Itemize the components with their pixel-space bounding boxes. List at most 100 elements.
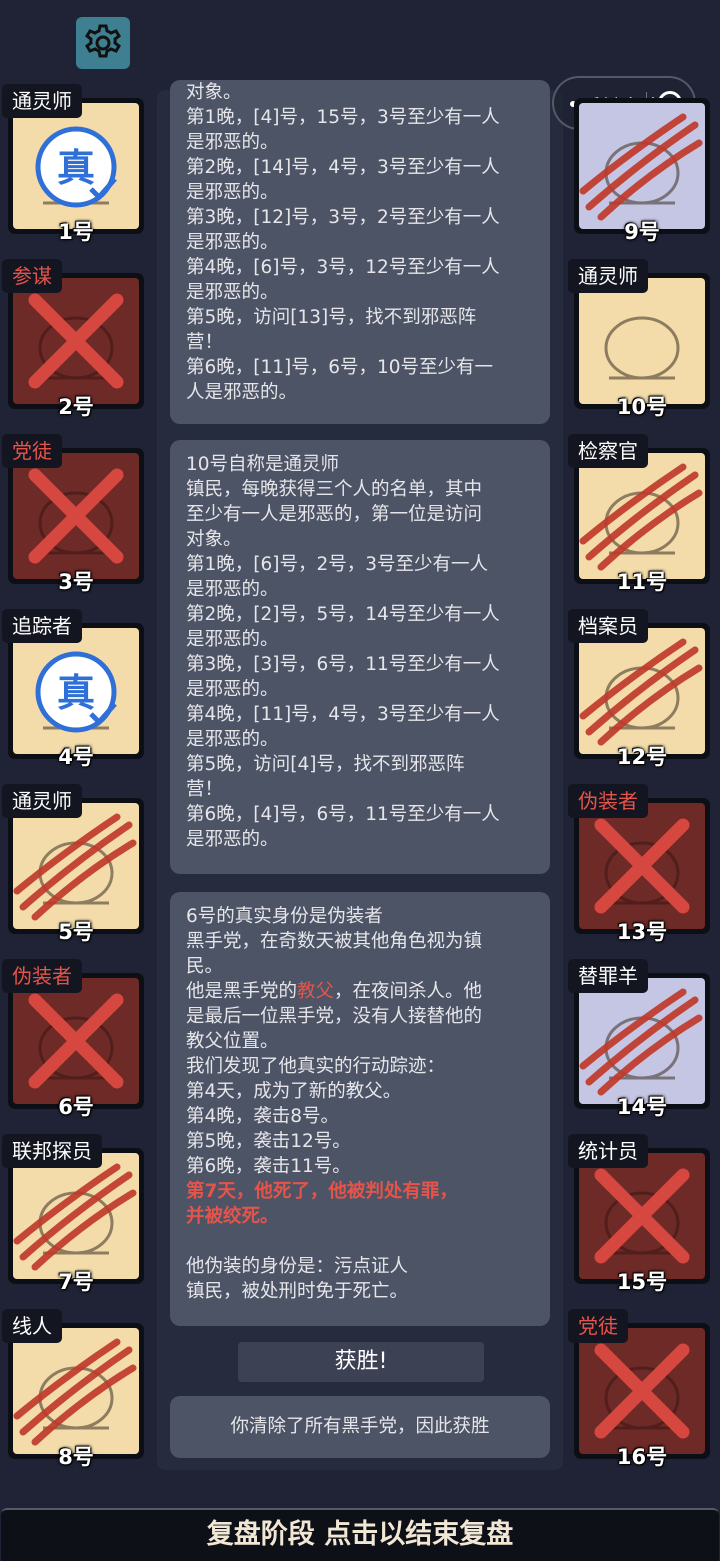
log3-line: 教父位置。: [186, 1031, 279, 1052]
player-card-4号[interactable]: 真 追踪者 4号: [2, 609, 144, 769]
log-line: 第4晚，[11]号，4号，3号至少有一人: [186, 704, 500, 725]
log-line: 营！: [186, 779, 224, 800]
card-face: [579, 1328, 705, 1454]
log-line: 人是邪恶的。: [186, 382, 298, 403]
role-tag: 档案员: [568, 609, 648, 643]
log-line: 对象。: [186, 82, 242, 103]
log3-line: 第4晚，袭击8号。: [186, 1106, 340, 1127]
death-line: 并被绞死。: [186, 1206, 279, 1227]
role-tag: 线人: [2, 1309, 62, 1343]
player-card-12号[interactable]: 档案员 12号: [568, 609, 710, 769]
card-face: 真: [13, 103, 139, 229]
log3-line: 6号的真实身份是伪装者: [186, 906, 383, 927]
card-face: [579, 628, 705, 754]
player-card-6号[interactable]: 伪装者 6号: [2, 959, 144, 1119]
player-card-16号[interactable]: 党徒 16号: [568, 1309, 710, 1469]
godfather-highlight: 教父: [297, 981, 335, 1002]
role-tag: 替罪羊: [568, 959, 648, 993]
player-number: 6号: [58, 1095, 94, 1119]
card-face: [13, 803, 139, 929]
log-line: 是邪恶的。: [186, 132, 279, 153]
log3-line: 第6晚，袭击11号。: [186, 1156, 351, 1177]
role-tag: 通灵师: [2, 84, 82, 118]
x-mark: [28, 993, 124, 1089]
log3-line: 第4天，成为了新的教父。: [186, 1081, 402, 1102]
player-card-9号[interactable]: 9号: [574, 98, 710, 244]
card-face: 真: [13, 628, 139, 754]
log-line: 第5晚，访问[4]号，找不到邪恶阵: [186, 754, 465, 775]
card-face: [579, 978, 705, 1104]
log-line: 第1晚，[4]号，15号，3号至少有一人: [186, 107, 500, 128]
player-number: 3号: [58, 570, 94, 594]
log-line: 是邪恶的。: [186, 232, 279, 253]
role-art: [594, 1343, 690, 1439]
log-line: 第6晚，[11]号，6号，10号至少有一: [186, 357, 494, 378]
role-art: [579, 113, 703, 221]
role-art: [13, 1338, 137, 1446]
player-card-14号[interactable]: 替罪羊 14号: [568, 959, 710, 1119]
gear-icon: [85, 24, 121, 58]
player-number: 13号: [616, 920, 668, 944]
card-face: [579, 453, 705, 579]
role-tag: 检察官: [568, 434, 648, 468]
log3-line: 第5晚，袭击12号。: [186, 1131, 351, 1152]
card-face: [579, 803, 705, 929]
log3-text: ，在夜间杀人。他: [334, 981, 483, 1002]
settings-button[interactable]: [76, 17, 130, 69]
player-card-2号[interactable]: 参谋 2号: [2, 259, 144, 419]
player-card-7号[interactable]: 联邦探员 7号: [2, 1134, 144, 1294]
player-card-3号[interactable]: 党徒 3号: [2, 434, 144, 594]
player-number: 1号: [58, 220, 94, 244]
log-line: 第6晚，[4]号，6号，11号至少有一人: [186, 804, 500, 825]
player-card-5号[interactable]: 通灵师 5号: [2, 784, 144, 944]
role-art: [28, 993, 124, 1089]
role-art: 真: [35, 651, 117, 733]
death-line: 第7天，他死了，他被判处有罪，: [186, 1181, 458, 1202]
role-tag: 统计员: [568, 1134, 648, 1168]
log-line: 第2晚，[2]号，5号，14号至少有一人: [186, 604, 500, 625]
x-mark: [28, 468, 124, 564]
role-tag: 通灵师: [568, 259, 648, 293]
card-face: [13, 1328, 139, 1454]
result-box: 你清除了所有黑手党，因此获胜: [170, 1396, 550, 1458]
role-art: [594, 818, 690, 914]
log-line: 第4晚，[6]号，3号，12号至少有一人: [186, 257, 500, 278]
log-line: 是邪恶的。: [186, 829, 279, 850]
log3-line: 黑手党，在奇数天被其他角色视为镇: [186, 931, 483, 952]
player-card-10号[interactable]: 通灵师 10号: [568, 259, 710, 419]
log-line: 是邪恶的。: [186, 729, 279, 750]
role-art: [13, 1163, 137, 1271]
player-number: 14号: [616, 1095, 668, 1119]
card-face: [579, 1153, 705, 1279]
role-tag: 参谋: [2, 259, 62, 293]
log-line: 是邪恶的。: [186, 282, 279, 303]
player-card-1号[interactable]: 真 通灵师 1号: [2, 84, 144, 244]
role-tag: 党徒: [2, 434, 62, 468]
player-card-15号[interactable]: 统计员 15号: [568, 1134, 710, 1294]
role-tag: 伪装者: [2, 959, 82, 993]
role-art: [13, 813, 137, 921]
player-number: 8号: [58, 1445, 94, 1469]
victory-banner: 获胜!: [238, 1342, 484, 1382]
role-art: [579, 463, 703, 571]
role-tag: 伪装者: [568, 784, 648, 818]
player-number: 7号: [58, 1270, 94, 1294]
role-art: [579, 638, 703, 746]
player-number: 16号: [616, 1445, 668, 1469]
log-line: 第1晚，[6]号，2号，3号至少有一人: [186, 554, 489, 575]
player-number: 9号: [624, 220, 660, 244]
role-tag: 通灵师: [2, 784, 82, 818]
end-review-button[interactable]: 复盘阶段 点击以结束复盘: [1, 1508, 719, 1561]
card-face: [13, 978, 139, 1104]
log3-text: 他是黑手党的: [186, 981, 298, 1002]
player-card-8号[interactable]: 线人 8号: [2, 1309, 144, 1469]
log-line: 是邪恶的。: [186, 679, 279, 700]
log3-spacer: [186, 1229, 534, 1254]
player-card-13号[interactable]: 伪装者 13号: [568, 784, 710, 944]
log-line: 第2晚，[14]号，4号，3号至少有一人: [186, 157, 500, 178]
role-tag: 联邦探员: [2, 1134, 102, 1168]
log3-line: 民。: [186, 956, 224, 977]
log3-line: 镇民，被处刑时免于死亡。: [186, 1281, 409, 1302]
log-line: 是邪恶的。: [186, 579, 279, 600]
player-card-11号[interactable]: 检察官 11号: [568, 434, 710, 594]
